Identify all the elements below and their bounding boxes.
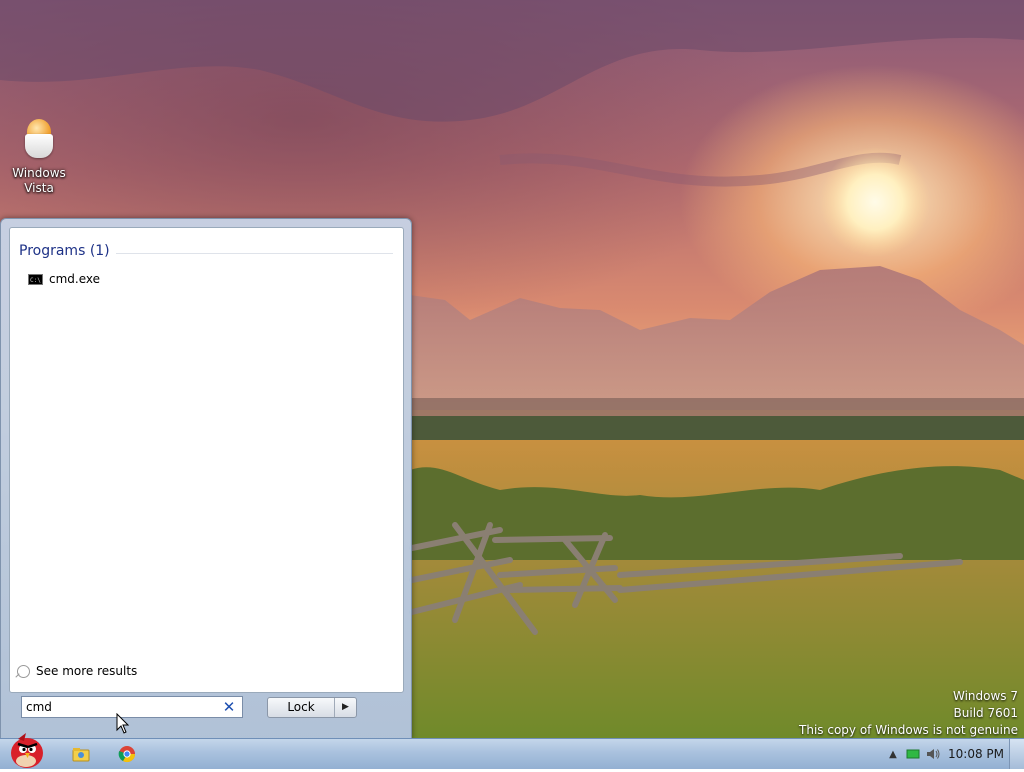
windows-explorer-icon	[72, 748, 90, 762]
show-desktop-button[interactable]	[1009, 739, 1024, 769]
system-tray: ▲ 10:08 PM	[883, 739, 1024, 769]
windows-vista-icon	[22, 118, 56, 162]
start-menu: Programs (1) C:\ cmd.exe See more result…	[0, 218, 412, 740]
desktop-icon-windows-vista[interactable]: Windows Vista	[8, 118, 70, 196]
shutdown-options-arrow-icon[interactable]: ▶	[334, 698, 356, 717]
result-item-cmd[interactable]: C:\ cmd.exe	[28, 270, 228, 288]
group-header-label: Programs (1)	[19, 243, 116, 259]
taskbar: ▲ 10:08 PM	[0, 733, 1024, 769]
watermark-os: Windows 7	[952, 689, 1018, 703]
command-prompt-icon: C:\	[28, 273, 43, 285]
result-item-label: cmd.exe	[49, 272, 101, 286]
volume-icon[interactable]	[923, 744, 943, 764]
watermark-build: Build 7601	[953, 706, 1018, 720]
results-group-header: Programs (1)	[19, 243, 393, 263]
genuine-watermark: Windows 7 Build 7601 This copy of Window…	[799, 688, 1018, 739]
see-more-label: See more results	[36, 664, 138, 678]
search-results-pane: Programs (1) C:\ cmd.exe See more result…	[9, 227, 404, 693]
clear-search-icon[interactable]: ✕	[222, 699, 236, 715]
lock-button[interactable]: Lock ▶	[267, 697, 357, 718]
desktop-icon-label: Windows Vista	[12, 166, 66, 195]
lock-button-label: Lock	[287, 700, 315, 714]
see-more-results-link[interactable]: See more results	[17, 662, 137, 680]
network-icon[interactable]	[903, 744, 923, 764]
mouse-cursor-icon	[116, 713, 130, 734]
angry-birds-icon	[11, 733, 43, 768]
chrome-icon	[118, 746, 136, 763]
search-icon	[17, 664, 30, 678]
taskbar-clock[interactable]: 10:08 PM	[943, 747, 1009, 761]
taskbar-pinned-chrome[interactable]	[116, 744, 138, 764]
watermark-genuine-notice: This copy of Windows is not genuine	[799, 723, 1018, 737]
show-hidden-icons-arrow[interactable]: ▲	[883, 744, 903, 764]
start-button[interactable]	[4, 731, 46, 769]
start-search-box[interactable]: ✕	[21, 696, 243, 718]
taskbar-pinned-explorer[interactable]	[70, 744, 92, 764]
